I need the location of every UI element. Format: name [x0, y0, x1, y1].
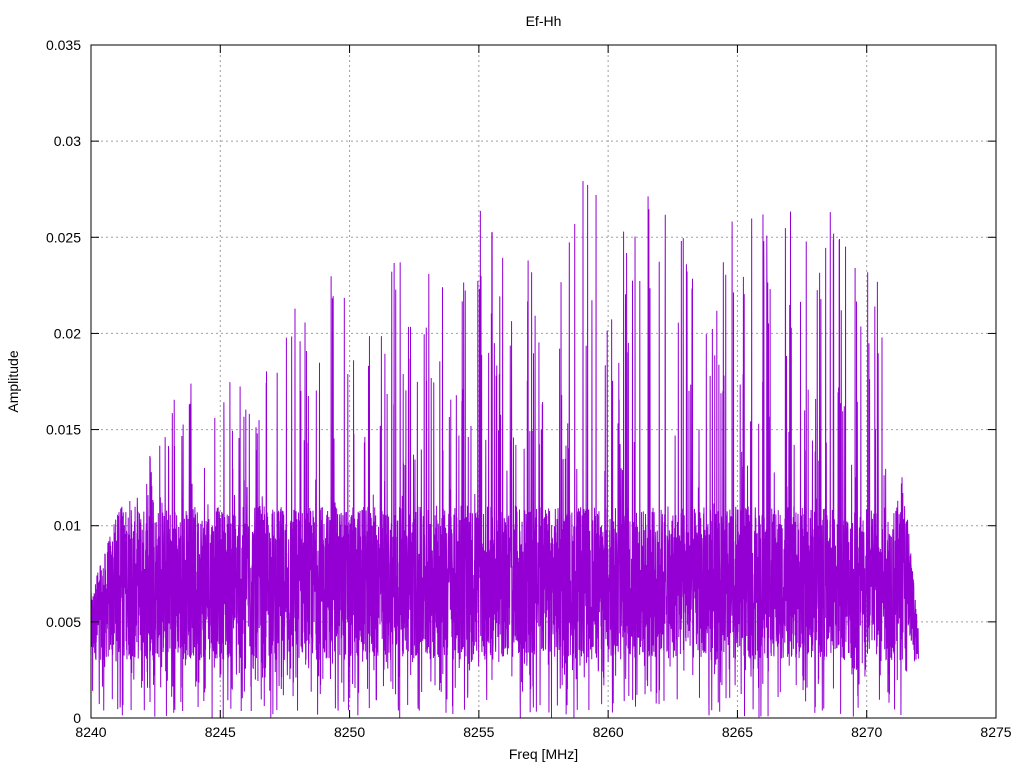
y-tick-label: 0.01: [54, 518, 81, 534]
y-tick-label: 0.005: [46, 614, 81, 630]
x-tick-label: 8250: [334, 724, 365, 740]
x-tick-label: 8265: [722, 724, 753, 740]
y-tick-label: 0.02: [54, 325, 81, 341]
x-tick-label: 8245: [205, 724, 236, 740]
x-tick-label: 8270: [851, 724, 882, 740]
x-axis-title: Freq [MHz]: [509, 746, 578, 762]
x-tick-label: 8240: [75, 724, 106, 740]
chart-title: Ef-Hh: [526, 13, 562, 29]
y-tick-label: 0.025: [46, 229, 81, 245]
y-tick-label: 0.015: [46, 422, 81, 438]
x-tick-label: 8260: [593, 724, 624, 740]
chart: 8240 8245 8250 8255 8260 8265 8270 8275 0 0.005 0…: [0, 0, 1024, 768]
y-tick-label: 0.03: [54, 133, 81, 149]
x-tick-label: 8275: [980, 724, 1011, 740]
y-axis-title: Amplitude: [5, 350, 21, 412]
y-tick-label: 0.035: [46, 37, 81, 53]
x-tick-label: 8255: [463, 724, 494, 740]
y-tick-label: 0: [73, 710, 81, 726]
